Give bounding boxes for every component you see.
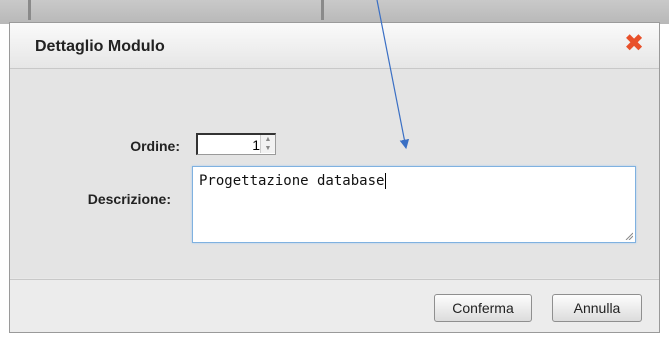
dialog-title: Dettaglio Modulo [35,38,165,55]
order-label: Ordine: [130,138,180,154]
background-divider [321,0,324,20]
close-icon: ✖ [623,30,645,57]
spinner-up-icon[interactable]: ▲ [260,135,275,144]
background-window [0,0,669,24]
dialog-titlebar[interactable]: Dettaglio Modulo ✖ [10,23,659,69]
description-text: Progettazione database [199,173,385,189]
text-cursor: ​ [385,173,387,189]
cancel-button[interactable]: Annulla [552,294,642,322]
resize-grip-icon[interactable] [625,232,633,240]
description-textarea[interactable]: Progettazione database​ [192,166,636,243]
close-button[interactable]: ✖ [622,32,646,56]
order-input[interactable] [198,135,262,154]
description-label: Descrizione: [87,191,171,207]
order-spinner[interactable]: ▲ ▼ [196,133,276,155]
spinner-down-icon[interactable]: ▼ [260,144,275,153]
background-divider [28,0,31,20]
dialog-footer: Conferma Annulla [10,279,659,332]
confirm-button[interactable]: Conferma [434,294,532,322]
